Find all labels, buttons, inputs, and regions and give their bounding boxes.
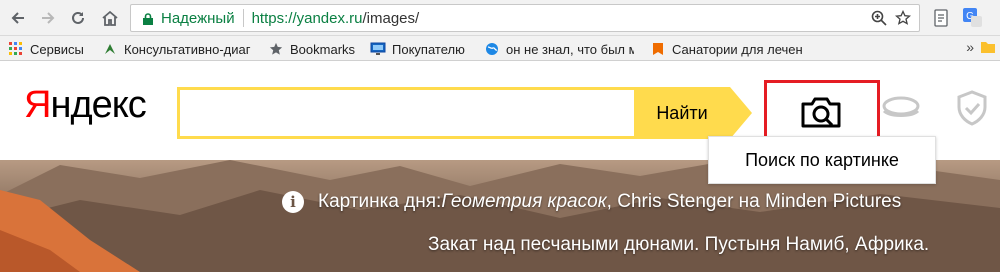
bookmark-buyer[interactable]: Покупателю: [370, 40, 465, 58]
info-icon[interactable]: i: [282, 191, 304, 213]
caption-author: , Chris Stenger на Minden Pictures: [606, 191, 902, 212]
search-button[interactable]: Найти: [634, 87, 730, 139]
image-search-tooltip: Поиск по картинке: [708, 136, 936, 184]
globe-icon: [484, 41, 500, 57]
bookmark-bookmarks[interactable]: Bookmarks: [268, 40, 355, 58]
bookmark-label: Консультативно-диаг: [124, 41, 251, 57]
back-button[interactable]: [6, 6, 30, 30]
translate-icon: G: [963, 8, 982, 27]
security-label[interactable]: Надежный: [161, 10, 235, 27]
zoom-button[interactable]: [869, 8, 889, 28]
document-extension-icon: [934, 9, 948, 27]
picture-caption: i Картинка дня: Геометрия красок, Chris …: [282, 186, 901, 218]
apps-grid-icon: [8, 41, 24, 57]
reload-button[interactable]: [66, 6, 90, 30]
translate-button[interactable]: G: [962, 7, 984, 29]
home-button[interactable]: [98, 6, 122, 30]
reload-icon: [72, 11, 84, 24]
bookmark-label: он не знал, что был м: [506, 41, 634, 57]
star-icon: [268, 41, 284, 57]
forward-arrow-icon: [42, 12, 55, 24]
url-text[interactable]: https://yandex.ru/images/: [252, 10, 420, 27]
back-arrow-icon: [11, 12, 24, 24]
camera-icon: [801, 97, 841, 128]
monitor-icon: [370, 41, 386, 57]
zoom-icon: [871, 10, 887, 26]
bookmark-consult[interactable]: Консультативно-диаг: [102, 40, 252, 58]
bookmark-label: Санатории для лечен: [672, 41, 803, 57]
search-box: [177, 87, 637, 139]
browser-toolbar: Надежный https://yandex.ru/images/ G: [0, 0, 1000, 36]
search-input[interactable]: [180, 90, 634, 136]
picture-description: Закат над песчаными дюнами. Пустыня Нами…: [428, 234, 930, 255]
url-path: /images/: [362, 9, 420, 27]
folder-icon: [981, 42, 995, 53]
home-icon: [102, 10, 118, 26]
other-bookmarks-button[interactable]: [980, 40, 996, 57]
bookmark-label: Покупателю: [392, 41, 465, 57]
forward-button[interactable]: [36, 6, 60, 30]
caption-title[interactable]: Геометрия красок: [441, 191, 606, 213]
bookmark-label: Bookmarks: [290, 41, 356, 57]
orange-bookmark-icon: [650, 41, 666, 57]
shield-icon[interactable]: [956, 90, 988, 126]
url-separator: [242, 9, 244, 27]
image-search-button[interactable]: [800, 95, 842, 129]
url-base: https://yandex.ru: [251, 9, 363, 27]
star-outline-icon: [895, 10, 911, 25]
bookmarks-overflow-button[interactable]: »: [966, 39, 974, 55]
bookmark-sanatorium[interactable]: Санатории для лечен: [650, 40, 810, 58]
weather-icon[interactable]: [880, 92, 922, 124]
bookmark-services[interactable]: Сервисы: [8, 40, 84, 58]
bookmark-label: Сервисы: [30, 41, 84, 57]
yandex-logo[interactable]: Яндекс: [24, 84, 147, 127]
bookmark-article[interactable]: он не знал, что был м: [484, 40, 634, 58]
logo-first-letter: Я: [24, 84, 51, 126]
lock-icon: [143, 12, 153, 25]
extension-button[interactable]: [930, 7, 952, 29]
address-bar[interactable]: Надежный https://yandex.ru/images/: [130, 4, 920, 32]
green-leaf-icon: [102, 41, 118, 57]
search-button-arrow[interactable]: [730, 87, 752, 139]
bookmark-star-button[interactable]: [893, 8, 913, 28]
logo-rest: ндекс: [50, 84, 146, 126]
caption-prefix: Картинка дня:: [318, 191, 442, 212]
bookmarks-bar: Сервисы Консультативно-диаг Bookmarks По…: [0, 36, 1000, 61]
